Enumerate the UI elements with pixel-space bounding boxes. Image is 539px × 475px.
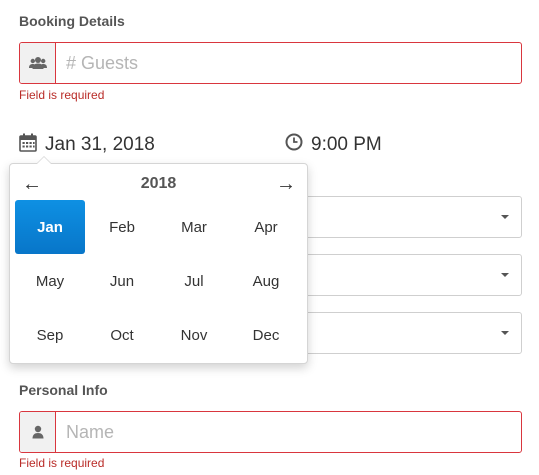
calendar-icon [19,133,37,157]
personal-info-title: Personal Info [19,382,108,398]
next-year-button[interactable]: → [276,172,296,196]
month-cell[interactable]: Oct [87,308,157,362]
month-cell[interactable]: Jun [87,254,157,308]
month-cell[interactable]: Nov [159,308,229,362]
select-1[interactable] [300,196,522,238]
month-cell[interactable]: Jan [15,200,85,254]
month-cell[interactable]: Aug [231,254,301,308]
name-input[interactable] [56,412,521,452]
clock-icon [285,133,303,156]
month-picker: ← 2018 → Jan Feb Mar Apr May Jun Jul Aug… [9,156,308,364]
month-cell[interactable]: Jul [159,254,229,308]
time-toggle[interactable]: 9:00 PM [285,133,382,156]
month-cell[interactable]: Sep [15,308,85,362]
name-field-group [19,411,522,453]
date-time-row: Jan 31, 2018 9:00 PM [19,133,522,161]
user-icon [20,412,56,452]
picker-year[interactable]: 2018 [10,175,307,193]
caret-down-icon [501,215,509,219]
guests-error: Field is required [19,88,105,102]
users-icon [20,43,56,83]
month-grid: Jan Feb Mar Apr May Jun Jul Aug Sep Oct … [14,200,303,362]
month-cell[interactable]: May [15,254,85,308]
select-3[interactable] [300,312,522,354]
booking-details-title: Booking Details [19,13,125,29]
date-toggle[interactable]: Jan 31, 2018 [19,133,155,157]
name-error: Field is required [19,456,105,470]
date-label: Jan 31, 2018 [45,134,155,155]
caret-down-icon [501,331,509,335]
guests-input[interactable] [56,43,521,83]
month-cell[interactable]: Feb [87,200,157,254]
guests-field-group [19,42,522,84]
caret-down-icon [501,273,509,277]
month-cell[interactable]: Apr [231,200,301,254]
month-cell[interactable]: Mar [159,200,229,254]
select-2[interactable] [300,254,522,296]
picker-header: ← 2018 → [10,172,307,198]
month-cell[interactable]: Dec [231,308,301,362]
time-label: 9:00 PM [311,133,382,155]
